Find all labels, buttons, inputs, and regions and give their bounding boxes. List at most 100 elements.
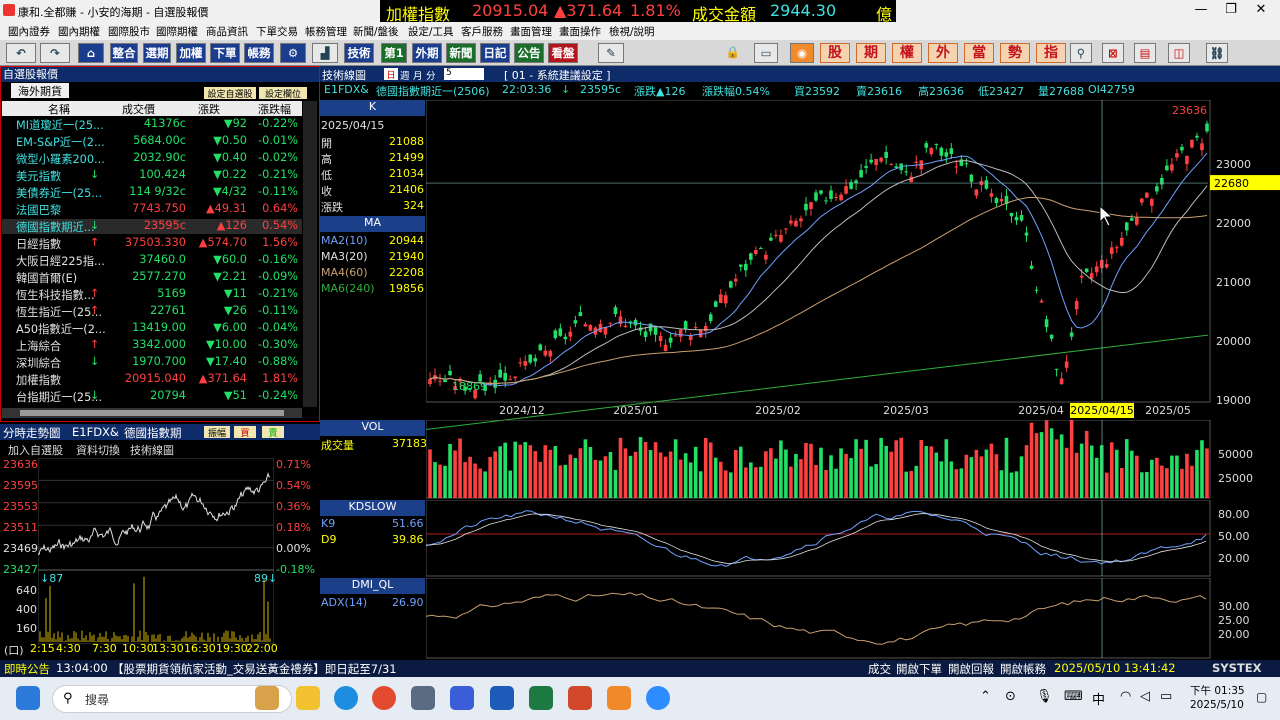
menu-item[interactable]: 國際期權 (156, 24, 198, 39)
wifi-icon[interactable]: ◠ (1120, 689, 1131, 704)
gear-icon[interactable]: ⚙ (280, 43, 306, 63)
watchlist-row[interactable]: 德國指數期近... ↓ 23595c ▲126 0.54% (2, 219, 302, 234)
add-watchlist-tab[interactable]: 加入自選股 (8, 442, 63, 458)
quick-button[interactable]: 指 (1036, 43, 1066, 63)
folder-icon[interactable] (296, 686, 320, 710)
zoom-icon[interactable]: ⚲ (1070, 43, 1092, 63)
watchlist-row[interactable]: 美債券近一(25... 114 9/32c ▼4/32 -0.11% (2, 185, 302, 200)
status-filled[interactable]: 成交 (868, 661, 891, 677)
toolbar-button[interactable]: 技術 (344, 43, 374, 63)
zoom-app-icon[interactable] (646, 686, 670, 710)
watchlist-tab[interactable]: 海外期貨 (11, 83, 69, 98)
split-icon[interactable]: ◫ (1168, 43, 1190, 63)
word-icon[interactable] (490, 686, 514, 710)
period-month[interactable]: 月 (413, 68, 423, 82)
chart-icon[interactable]: ▟ (312, 43, 338, 63)
set-columns-button[interactable]: 設定欄位 (259, 87, 307, 99)
watchlist-row[interactable]: 深圳綜合 ↓ 1970.700 ▼17.40 -0.88% (2, 355, 302, 370)
menu-item[interactable]: 國內期權 (58, 24, 100, 39)
network-status-icon[interactable]: ⊙ (1005, 689, 1016, 704)
watchlist-row[interactable]: 微型小羅素200... 2032.90c ▼0.40 -0.02% (2, 151, 302, 166)
clock-time[interactable]: 下午 01:35 (1190, 683, 1245, 698)
excel-icon[interactable] (529, 686, 553, 710)
quick-button[interactable]: 勢 (1000, 43, 1030, 63)
buy-button[interactable]: 買 (234, 426, 256, 439)
menu-item[interactable]: 國內證券 (8, 24, 50, 39)
clock-date[interactable]: 2025/5/10 (1190, 699, 1244, 711)
open-report-link[interactable]: 開啟回報 (948, 661, 994, 677)
watchlist-row[interactable]: 韓國首爾(E) 2577.270 ▼2.21 -0.09% (2, 270, 302, 285)
app-icon[interactable] (450, 686, 474, 710)
watchlist-row[interactable]: 日經指數 ↑ 37503.330 ▲574.70 1.56% (2, 236, 302, 251)
battery-icon[interactable]: ▭ (1160, 689, 1172, 704)
set-watchlist-button[interactable]: 設定自選股 (204, 87, 256, 99)
lock-icon[interactable]: 🔒 (722, 43, 744, 63)
powerpoint-icon[interactable] (568, 686, 592, 710)
tray-chevron-icon[interactable]: ⌃ (980, 689, 991, 704)
quick-button[interactable]: 權 (892, 43, 922, 63)
toolbar-button[interactable]: 外期 (412, 43, 442, 63)
vertical-scrollbar[interactable] (303, 101, 317, 407)
menu-item[interactable]: 下單交易 (256, 24, 298, 39)
language-indicator[interactable]: 中 (1092, 689, 1105, 708)
watchlist-row[interactable]: 法國巴黎 7743.750 ▲49.31 0.64% (2, 202, 302, 217)
store-icon[interactable] (411, 686, 435, 710)
watchlist-row[interactable]: 恆生指近一(25... ↑ 22761 ▼26 -0.11% (2, 304, 302, 319)
watchlist-row[interactable]: A50指數近一(2... 13419.00 ▼6.00 -0.04% (2, 321, 302, 336)
toolbar-button[interactable]: 下單 (210, 43, 240, 63)
close-window-icon[interactable]: ⊠ (1102, 43, 1124, 63)
menu-item[interactable]: 國際股市 (108, 24, 150, 39)
home-icon[interactable]: ⌂ (78, 43, 104, 63)
brand-icon[interactable]: ◉ (790, 43, 814, 63)
weather-icon[interactable] (255, 686, 279, 710)
system-settings[interactable]: [ 01 - 系統建議設定 ] (504, 67, 611, 83)
quick-button[interactable]: 當 (964, 43, 994, 63)
menu-item[interactable]: 新聞/盤後 (353, 24, 399, 39)
toolbar-button[interactable]: 第1 (381, 43, 407, 63)
menu-item[interactable]: 客戶服務 (461, 24, 503, 39)
menu-item[interactable]: 商品資訊 (206, 24, 248, 39)
period-day[interactable]: 日 (384, 68, 398, 81)
sell-button[interactable]: 賣 (262, 426, 284, 439)
close-button[interactable]: ✕ (1246, 2, 1276, 20)
toolbar-button[interactable]: 新聞 (446, 43, 476, 63)
horizontal-scrollbar[interactable] (2, 408, 302, 418)
notification-icon[interactable]: ▢ (1256, 690, 1267, 704)
toolbar-button[interactable]: 加權 (176, 43, 206, 63)
period-n-select[interactable]: 5 (444, 68, 484, 80)
toolbar-button[interactable]: 公告 (514, 43, 544, 63)
maximize-button[interactable]: ❐ (1216, 2, 1246, 20)
edge-icon[interactable] (334, 686, 358, 710)
watchlist-row[interactable]: 台指期近一(25... ↓ 20794 ▼51 -0.24% (2, 389, 302, 404)
data-switch-tab[interactable]: 資料切換 (76, 442, 120, 458)
announce-message[interactable]: 【股票期貨領航家活動_交易送黃金禮券】即日起至7/31 (112, 661, 397, 677)
chrome-icon[interactable] (372, 686, 396, 710)
toolbar-button[interactable]: 整合 (110, 43, 138, 63)
menu-item[interactable]: 設定/工具 (408, 24, 454, 39)
period-week[interactable]: 週 (400, 68, 410, 82)
monitor-icon[interactable]: ▭ (754, 43, 778, 63)
watchlist-row[interactable]: 美元指數 ↓ 100.424 ▼0.22 -0.21% (2, 168, 302, 183)
volume-icon[interactable]: ◁ (1140, 689, 1150, 704)
search-icon[interactable]: ✎ (598, 43, 624, 63)
undo-icon[interactable]: ↶ (6, 43, 36, 63)
tech-chart-tab[interactable]: 技術線圖 (130, 442, 174, 458)
quick-button[interactable]: 期 (856, 43, 886, 63)
toolbar-button[interactable]: 看盤 (548, 43, 578, 63)
trading-app-icon[interactable] (607, 686, 631, 710)
open-account-link[interactable]: 開啟帳務 (1000, 661, 1046, 677)
microphone-icon[interactable]: 🎙 (1036, 689, 1053, 704)
redo-icon[interactable]: ↷ (40, 43, 70, 63)
watchlist-row[interactable]: EM-S&P近一(2... 5684.00c ▼0.50 -0.01% (2, 134, 302, 149)
watchlist-row[interactable]: MI道瓊近一(25... 41376c ▼92 -0.22% (2, 117, 302, 132)
toolbar-button[interactable]: 選期 (143, 43, 171, 63)
watchlist-row[interactable]: 上海綜合 ↑ 3342.000 ▼10.00 -0.30% (2, 338, 302, 353)
ime-icon[interactable]: ⌨ (1064, 689, 1083, 704)
watchlist-row[interactable]: 加權指數 20915.040 ▲371.64 1.81% (2, 372, 302, 387)
toolbar-button[interactable]: 日記 (480, 43, 510, 63)
open-order-link[interactable]: 開啟下單 (896, 661, 942, 677)
menu-item[interactable]: 檢視/說明 (609, 24, 655, 39)
minimize-button[interactable]: — (1186, 2, 1216, 20)
watchlist-row[interactable]: 恆生科技指數... ↑ 5169 ▼11 -0.21% (2, 287, 302, 302)
watchlist-row[interactable]: 大阪日經225指... 37460.0 ▼60.0 -0.16% (2, 253, 302, 268)
